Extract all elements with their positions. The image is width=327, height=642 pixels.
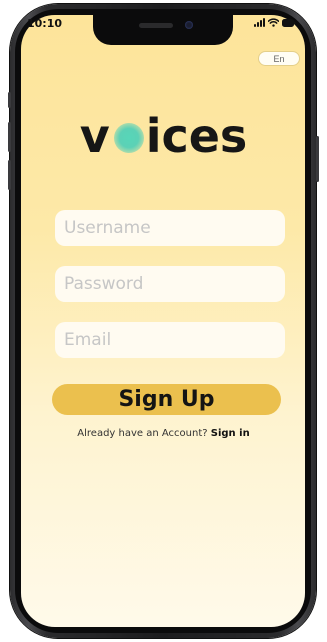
- logo-prefix: v: [79, 109, 110, 163]
- logo-suffix: ices: [145, 109, 248, 163]
- status-time: 10:10: [27, 17, 63, 30]
- camera-icon: [185, 21, 193, 29]
- voices-logo: v ices: [0, 106, 327, 166]
- logo-blob-icon: [113, 122, 144, 153]
- notch: [93, 15, 233, 45]
- language-button[interactable]: En: [258, 51, 300, 66]
- app-screenshot: 10:10 En vices Sign Up Already have an A…: [0, 0, 327, 642]
- wifi-icon: [268, 18, 279, 27]
- email-input[interactable]: [55, 322, 285, 358]
- password-input[interactable]: [55, 266, 285, 302]
- signin-prompt: Already have an Account?: [77, 428, 208, 439]
- username-input[interactable]: [55, 210, 285, 246]
- sign-in-link[interactable]: Sign in: [211, 428, 250, 439]
- speaker-grille: [139, 23, 173, 28]
- battery-icon: [282, 19, 296, 27]
- status-icons: [254, 17, 296, 27]
- sign-up-button[interactable]: Sign Up: [52, 384, 281, 415]
- signal-icon: [254, 18, 265, 27]
- signin-row: Already have an Account? Sign in: [0, 428, 327, 439]
